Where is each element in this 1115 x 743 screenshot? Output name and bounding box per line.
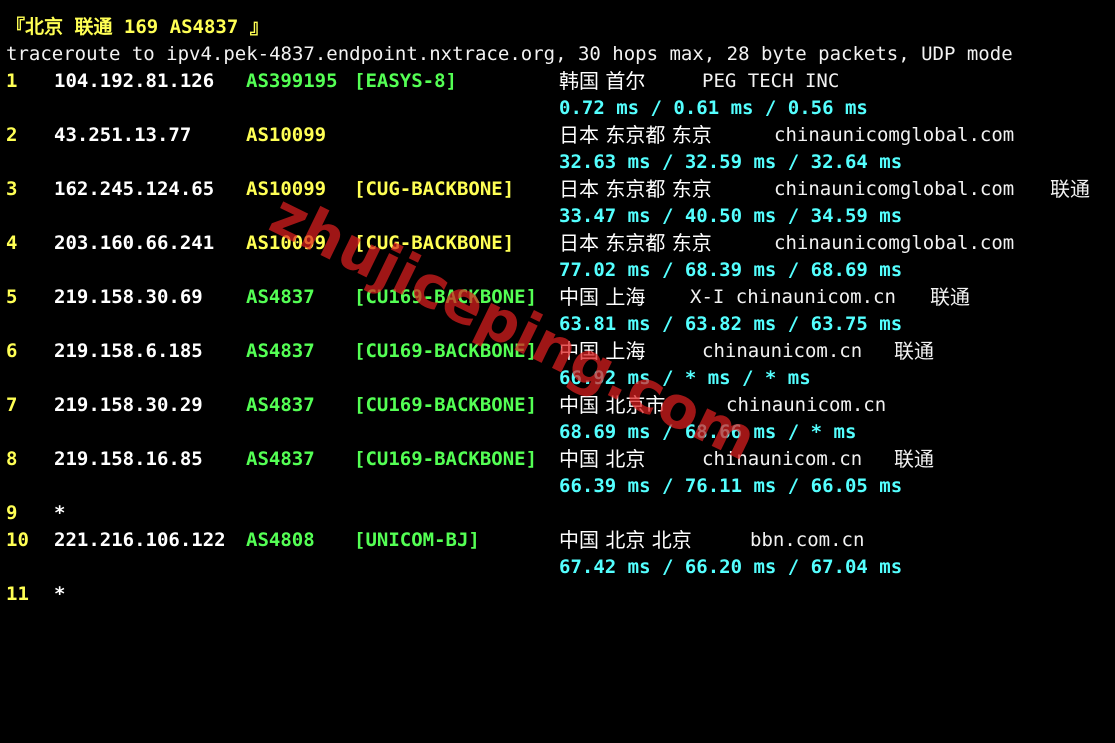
hop-tag: [UNICOM-BJ] (354, 529, 480, 551)
hop-tag: [CU169-BACKBONE] (354, 340, 538, 362)
hop-isp: 联通 (894, 339, 934, 363)
hop-isp: 联通 (930, 285, 970, 309)
hop-row: 7 219.158.30.29 AS4837 [CU169-BACKBONE] … (6, 392, 1106, 419)
hop-timeout: * (54, 583, 66, 605)
hop-owner: chinaunicom.cn (726, 394, 887, 416)
hop-asn: AS4808 (246, 529, 315, 551)
hop-row: 5 219.158.30.69 AS4837 [CU169-BACKBONE] … (6, 284, 1106, 311)
hop-geo: 日本 东京都 东京 (559, 177, 712, 201)
hop-ip: 219.158.16.85 (54, 448, 203, 470)
hop-number: 5 (6, 286, 18, 308)
hop-row: 9 * (6, 500, 1106, 527)
hop-rtt-row: 63.81 ms / 63.82 ms / 63.75 ms (6, 311, 1106, 338)
hop-ip: 219.158.30.69 (54, 286, 203, 308)
hop-tag: [CU169-BACKBONE] (354, 286, 538, 308)
hop-ip: 43.251.13.77 (54, 124, 192, 146)
hop-tag: [CUG-BACKBONE] (354, 232, 515, 254)
hop-asn: AS4837 (246, 394, 315, 416)
hop-tag: [CU169-BACKBONE] (354, 394, 538, 416)
hop-geo: 中国 上海 (559, 285, 646, 309)
hop-row: 4 203.160.66.241 AS10099 [CUG-BACKBONE] … (6, 230, 1106, 257)
hop-tag: [EASYS-8] (354, 70, 457, 92)
hop-rtt: 68.69 ms / 68.66 ms / * ms (559, 421, 857, 443)
hop-row: 2 43.251.13.77 AS10099 日本 东京都 东京 chinaun… (6, 122, 1106, 149)
hop-geo: 中国 上海 (559, 339, 646, 363)
hop-row: 3 162.245.124.65 AS10099 [CUG-BACKBONE] … (6, 176, 1106, 203)
hop-rtt: 77.02 ms / 68.39 ms / 68.69 ms (559, 259, 903, 281)
hop-number: 4 (6, 232, 18, 254)
hop-ip: 219.158.6.185 (54, 340, 203, 362)
hop-row: 10 221.216.106.122 AS4808 [UNICOM-BJ] 中国… (6, 527, 1106, 554)
hop-number: 8 (6, 448, 18, 470)
hop-owner: chinaunicom.cn (702, 340, 863, 362)
hop-asn: AS10099 (246, 124, 327, 146)
terminal-window: 『北京 联通 169 AS4837 』 traceroute to ipv4.p… (0, 0, 1115, 612)
hop-isp: 联通 (1050, 177, 1090, 201)
hop-geo: 中国 北京 (559, 447, 646, 471)
hop-owner: bbn.com.cn (750, 529, 865, 551)
hop-rtt-row: 0.72 ms / 0.61 ms / 0.56 ms (6, 95, 1106, 122)
hop-rtt-row: 33.47 ms / 40.50 ms / 34.59 ms (6, 203, 1106, 230)
hop-geo: 中国 北京市 (559, 393, 666, 417)
hop-rtt-row: 66.39 ms / 76.11 ms / 66.05 ms (6, 473, 1106, 500)
hop-tag: [CU169-BACKBONE] (354, 448, 538, 470)
hop-rtt: 67.42 ms / 66.20 ms / 67.04 ms (559, 556, 903, 578)
hop-number: 9 (6, 502, 18, 524)
hop-geo: 韩国 首尔 (559, 69, 646, 93)
hop-number: 3 (6, 178, 18, 200)
hop-asn: AS10099 (246, 178, 327, 200)
hop-number: 10 (6, 529, 29, 551)
hop-asn: AS4837 (246, 448, 315, 470)
hop-tag: [CUG-BACKBONE] (354, 178, 515, 200)
hop-number: 6 (6, 340, 18, 362)
hop-rtt-row: 67.42 ms / 66.20 ms / 67.04 ms (6, 554, 1106, 581)
hop-rtt-row: 68.69 ms / 68.66 ms / * ms (6, 419, 1106, 446)
hop-row: 1 104.192.81.126 AS399195 [EASYS-8] 韩国 首… (6, 68, 1106, 95)
hop-owner: chinaunicomglobal.com (774, 178, 1015, 200)
hop-number: 1 (6, 70, 18, 92)
hop-timeout: * (54, 502, 66, 524)
hop-owner: chinaunicomglobal.com (774, 232, 1015, 254)
hop-rtt: 33.47 ms / 40.50 ms / 34.59 ms (559, 205, 903, 227)
hop-rtt: 66.39 ms / 76.11 ms / 66.05 ms (559, 475, 903, 497)
hop-rtt-row: 66.92 ms / * ms / * ms (6, 365, 1106, 392)
hop-owner: chinaunicom.cn (702, 448, 863, 470)
hop-ip: 162.245.124.65 (54, 178, 215, 200)
hop-owner: X-I chinaunicom.cn (690, 286, 896, 308)
hop-ip: 203.160.66.241 (54, 232, 215, 254)
hop-number: 11 (6, 583, 29, 605)
hop-rtt: 0.72 ms / 0.61 ms / 0.56 ms (559, 97, 868, 119)
hop-geo: 日本 东京都 东京 (559, 231, 712, 255)
hop-rtt: 32.63 ms / 32.59 ms / 32.64 ms (559, 151, 903, 173)
hop-rtt: 63.81 ms / 63.82 ms / 63.75 ms (559, 313, 903, 335)
hop-rtt: 66.92 ms / * ms / * ms (559, 367, 811, 389)
hop-geo: 日本 东京都 东京 (559, 123, 712, 147)
hop-row: 6 219.158.6.185 AS4837 [CU169-BACKBONE] … (6, 338, 1106, 365)
hop-number: 2 (6, 124, 18, 146)
hop-isp: 联通 (894, 447, 934, 471)
hop-row: 8 219.158.16.85 AS4837 [CU169-BACKBONE] … (6, 446, 1106, 473)
hop-geo: 中国 北京 北京 (559, 528, 692, 552)
traceroute-command: traceroute to ipv4.pek-4837.endpoint.nxt… (6, 43, 1013, 65)
hop-number: 7 (6, 394, 18, 416)
hop-asn: AS4837 (246, 340, 315, 362)
hop-owner: chinaunicomglobal.com (774, 124, 1015, 146)
hop-asn: AS10099 (246, 232, 327, 254)
route-title: 『北京 联通 169 AS4837 』 (6, 16, 269, 38)
hop-ip: 104.192.81.126 (54, 70, 215, 92)
hop-rtt-row: 32.63 ms / 32.59 ms / 32.64 ms (6, 149, 1106, 176)
hop-ip: 221.216.106.122 (54, 529, 226, 551)
hop-asn: AS4837 (246, 286, 315, 308)
hop-rtt-row: 77.02 ms / 68.39 ms / 68.69 ms (6, 257, 1106, 284)
hop-ip: 219.158.30.29 (54, 394, 203, 416)
hop-row: 11 * (6, 581, 1106, 608)
hop-owner: PEG TECH INC (702, 70, 840, 92)
hop-asn: AS399195 (246, 70, 338, 92)
